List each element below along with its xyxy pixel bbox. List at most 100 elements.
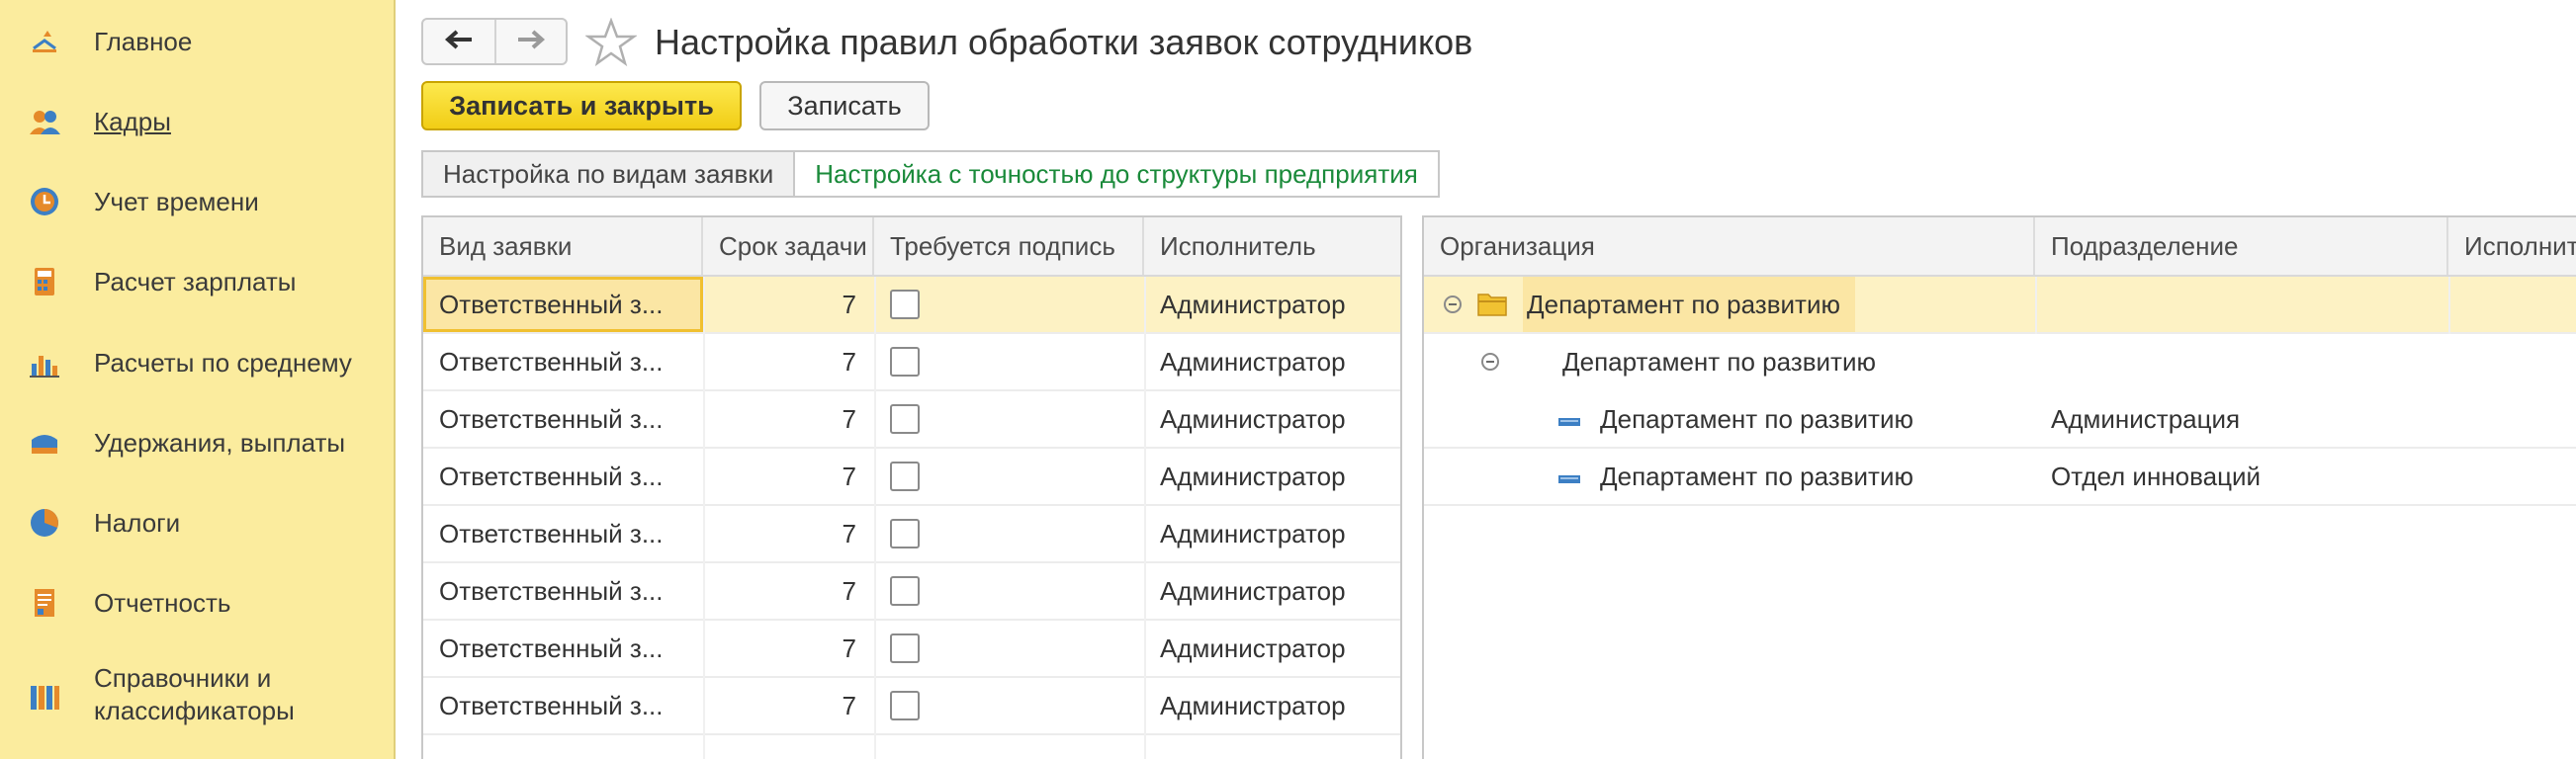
signature-checkbox[interactable] bbox=[890, 290, 920, 319]
column-divider bbox=[2448, 277, 2450, 334]
sidebar-item-deductions[interactable]: Удержания, выплаты bbox=[0, 426, 394, 460]
cell-executor[interactable]: Администратор bbox=[1144, 277, 1400, 332]
sidebar-item-taxes[interactable]: Налоги bbox=[0, 506, 394, 540]
favorite-button[interactable] bbox=[584, 17, 638, 67]
sidebar-item-references[interactable]: Справочники и классификаторы bbox=[0, 662, 394, 731]
cell-request-type[interactable]: Ответственный з... bbox=[423, 334, 703, 389]
cell-term[interactable]: 7 bbox=[703, 277, 874, 332]
signature-checkbox[interactable] bbox=[890, 633, 920, 663]
signature-checkbox[interactable] bbox=[890, 576, 920, 606]
cell-organization[interactable]: Департамент по развитию bbox=[1523, 277, 1855, 332]
sidebar-item-payroll[interactable]: Расчет зарплаты bbox=[0, 265, 394, 298]
cell-organization[interactable]: Департамент по развитию bbox=[1562, 334, 2027, 389]
cell-term[interactable]: 7 bbox=[703, 563, 874, 619]
table-row[interactable]: Ответственный з... 7 Администратор bbox=[423, 506, 1400, 563]
people-icon bbox=[28, 105, 61, 138]
column-header-executor[interactable]: Исполнит bbox=[2448, 217, 2576, 275]
save-and-close-button[interactable]: Записать и закрыть bbox=[421, 81, 742, 130]
cell-request-type[interactable]: Ответственный з... bbox=[423, 449, 703, 504]
column-header-signature[interactable]: Требуется подпись bbox=[874, 217, 1144, 275]
sidebar-item-label: Удержания, выплаты bbox=[94, 427, 346, 458]
tree-row[interactable]: Департамент по развитию Отдел инноваций bbox=[1424, 449, 2576, 506]
sidebar: Главное Кадры Учет времени Расчет зарпла… bbox=[0, 0, 396, 759]
tree-row[interactable]: Департамент по развитию bbox=[1424, 334, 2576, 391]
column-header-organization[interactable]: Организация bbox=[1424, 217, 2035, 275]
star-icon bbox=[584, 17, 638, 71]
collapse-toggle[interactable] bbox=[1444, 295, 1462, 313]
pie-chart-icon bbox=[28, 506, 61, 540]
signature-checkbox[interactable] bbox=[890, 462, 920, 491]
column-header-term[interactable]: Срок задачи bbox=[703, 217, 874, 275]
cell-division[interactable] bbox=[2035, 334, 2448, 389]
cell-signature bbox=[874, 391, 1144, 447]
cell-term[interactable]: 7 bbox=[703, 621, 874, 676]
sidebar-item-label: Расчет зарплаты bbox=[94, 266, 297, 296]
tab-settings-by-structure[interactable]: Настройка с точностью до структуры предп… bbox=[795, 150, 1440, 198]
report-icon bbox=[28, 586, 61, 620]
column-header-request-type[interactable]: Вид заявки bbox=[423, 217, 703, 275]
signature-checkbox[interactable] bbox=[890, 404, 920, 434]
arrow-right-icon bbox=[516, 29, 546, 55]
sidebar-item-reports[interactable]: Отчетность bbox=[0, 586, 394, 620]
cell-executor[interactable]: Администратор bbox=[1144, 391, 1400, 447]
cell-term[interactable]: 7 bbox=[703, 678, 874, 733]
column-divider bbox=[1144, 277, 1146, 759]
save-button[interactable]: Записать bbox=[759, 81, 930, 130]
cell-division[interactable]: Администрация bbox=[2035, 391, 2448, 447]
cell-signature bbox=[874, 621, 1144, 676]
forward-button[interactable] bbox=[494, 20, 566, 63]
cell-executor[interactable]: Администратор bbox=[1144, 563, 1400, 619]
table-row[interactable]: Ответственный з... 7 Администратор bbox=[423, 391, 1400, 449]
cell-signature bbox=[874, 563, 1144, 619]
sidebar-item-average[interactable]: Расчеты по среднему bbox=[0, 346, 394, 380]
table-header: Организация Подразделение Исполнит bbox=[1424, 217, 2576, 277]
home-icon bbox=[28, 25, 61, 58]
table-row[interactable]: Ответственный з... 7 Администратор bbox=[423, 621, 1400, 678]
cell-request-type[interactable]: Ответственный з... bbox=[423, 506, 703, 561]
cell-term[interactable]: 7 bbox=[703, 391, 874, 447]
cell-request-type[interactable]: Ответственный з... bbox=[423, 678, 703, 733]
cell-executor[interactable]: Администратор bbox=[1144, 506, 1400, 561]
cell-request-type[interactable]: Ответственный з... bbox=[423, 621, 703, 676]
tree-row[interactable]: Департамент по развитию bbox=[1424, 277, 2576, 334]
cell-division[interactable]: Отдел инноваций bbox=[2035, 449, 2448, 504]
cell-organization[interactable]: Департамент по развитию bbox=[1600, 391, 2027, 447]
table-row[interactable]: Ответственный з... 7 Администратор bbox=[423, 334, 1400, 391]
signature-checkbox[interactable] bbox=[890, 691, 920, 720]
tree-row[interactable]: Департамент по развитию Администрация bbox=[1424, 391, 2576, 449]
table-row[interactable]: Ответственный з... 7 Администратор bbox=[423, 563, 1400, 621]
cell-executor[interactable]: Администратор bbox=[1144, 621, 1400, 676]
back-button[interactable] bbox=[423, 20, 494, 63]
sidebar-item-label: Главное bbox=[94, 26, 193, 56]
cell-term[interactable]: 7 bbox=[703, 506, 874, 561]
cell-term[interactable]: 7 bbox=[703, 334, 874, 389]
table-row[interactable]: Ответственный з... 7 Администратор bbox=[423, 277, 1400, 334]
signature-checkbox[interactable] bbox=[890, 347, 920, 377]
sidebar-item-label: Кадры bbox=[94, 106, 171, 136]
folder-icon bbox=[1477, 291, 1507, 321]
signature-checkbox[interactable] bbox=[890, 519, 920, 548]
cell-executor[interactable]: Администратор bbox=[1144, 334, 1400, 389]
cell-request-type[interactable]: Ответственный з... bbox=[423, 391, 703, 447]
collapse-toggle[interactable] bbox=[1481, 353, 1499, 371]
table-row[interactable]: Ответственный з... 7 Администратор bbox=[423, 678, 1400, 735]
cell-executor[interactable]: Администратор bbox=[1144, 449, 1400, 504]
sidebar-item-label-line2: классификаторы bbox=[94, 696, 295, 725]
cell-request-type[interactable]: Ответственный з... bbox=[423, 277, 703, 332]
sidebar-item-time[interactable]: Учет времени bbox=[0, 185, 394, 218]
sidebar-item-hr[interactable]: Кадры bbox=[0, 105, 394, 138]
cell-term[interactable]: 7 bbox=[703, 449, 874, 504]
tab-settings-by-type[interactable]: Настройка по видам заявки bbox=[421, 150, 796, 198]
column-divider bbox=[2035, 277, 2037, 334]
column-header-executor[interactable]: Исполнитель bbox=[1144, 217, 1400, 275]
cell-request-type[interactable]: Ответственный з... bbox=[423, 563, 703, 619]
cell-executor[interactable]: Администратор bbox=[1144, 678, 1400, 733]
cell-organization[interactable]: Департамент по развитию bbox=[1600, 449, 2027, 504]
sidebar-item-label: Расчеты по среднему bbox=[94, 347, 352, 378]
navigation-buttons bbox=[421, 18, 568, 65]
cell-division[interactable] bbox=[2035, 277, 2448, 332]
column-header-division[interactable]: Подразделение bbox=[2035, 217, 2448, 275]
sidebar-item-main[interactable]: Главное bbox=[0, 25, 394, 58]
cell-signature bbox=[874, 678, 1144, 733]
table-row[interactable]: Ответственный з... 7 Администратор bbox=[423, 449, 1400, 506]
